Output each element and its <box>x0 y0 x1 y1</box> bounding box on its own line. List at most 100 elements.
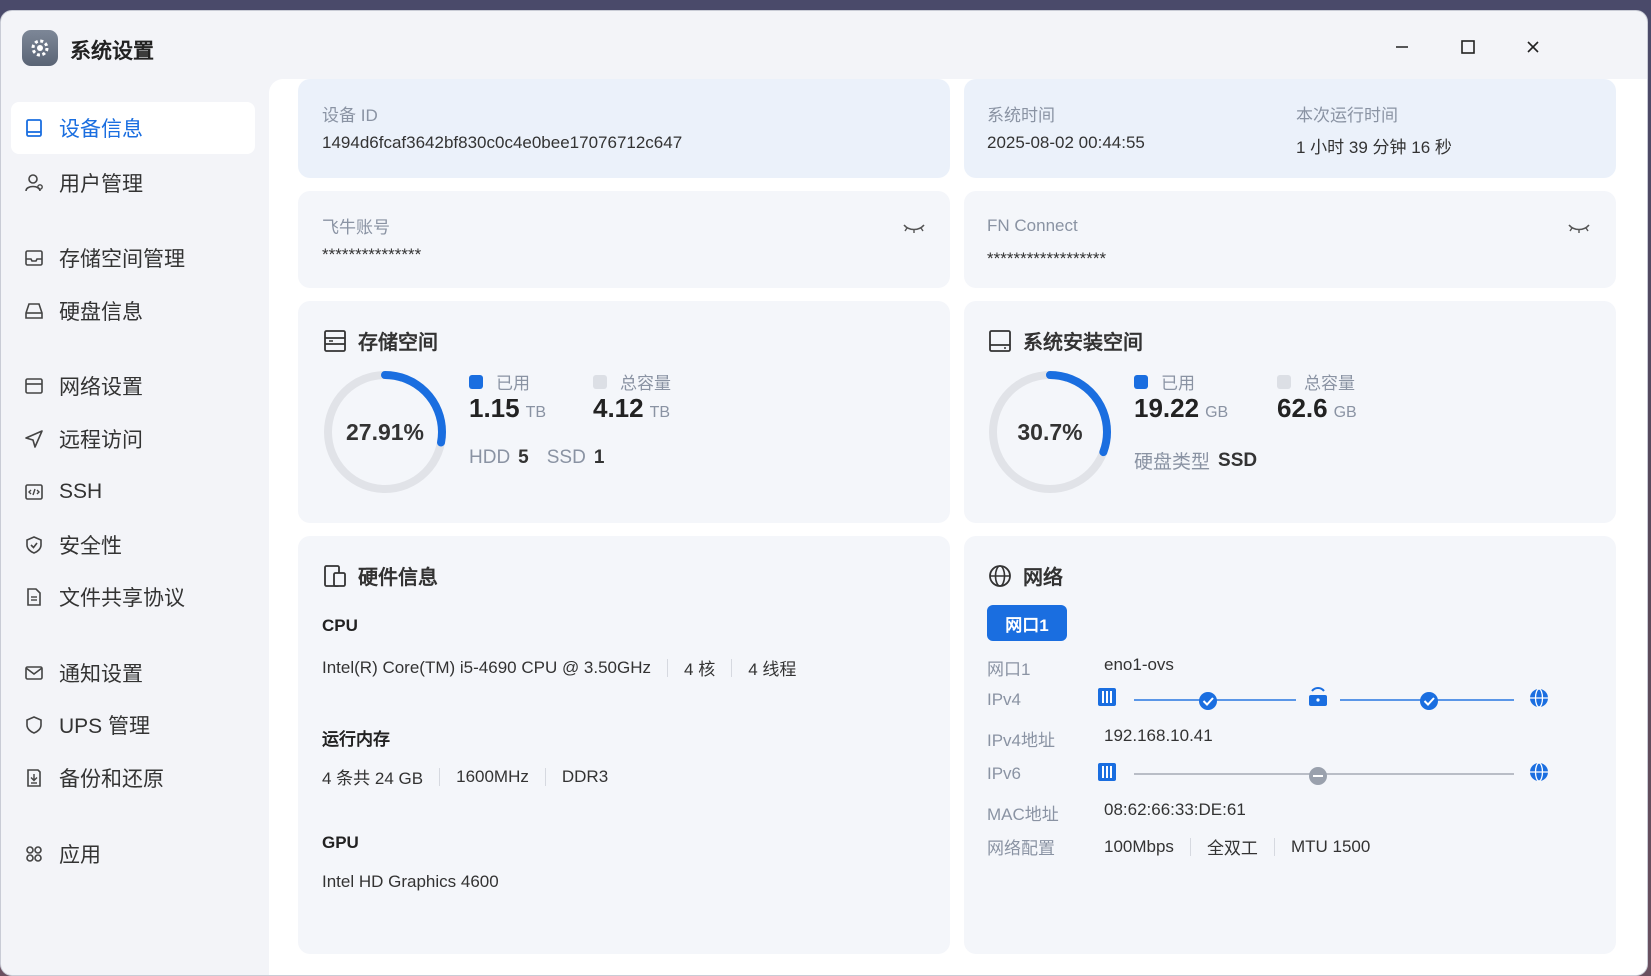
mac-value: 08:62:66:33:DE:61 <box>1104 800 1246 819</box>
settings-window: 系统设置 设备信息 用户管理 存储空间管理 硬盘信息 网络设置 远程访问 SSH… <box>0 10 1648 976</box>
disk-icon <box>23 300 45 322</box>
legend-total: 总容量 <box>593 369 671 394</box>
storage-total-unit: TB <box>649 404 671 421</box>
sidebar-item-device-info[interactable]: 设备信息 <box>11 102 255 154</box>
ipv4-label: IPv4 <box>987 690 1022 709</box>
hardware-title: 硬件信息 <box>322 561 438 590</box>
mtu-value: MTU 1500 <box>1290 836 1371 856</box>
storage-used-number: 1.15 <box>469 393 520 423</box>
system-total-value: 62.6 GB <box>1277 393 1357 424</box>
storage-percent: 27.91% <box>346 419 424 445</box>
apps-icon <box>23 843 45 865</box>
sidebar-item-users[interactable]: 用户管理 <box>11 157 255 209</box>
disk-type-value: SSD <box>1218 449 1258 471</box>
sidebar-item-label: 应用 <box>59 844 101 867</box>
legend-total-label: 总容量 <box>1304 374 1355 393</box>
network-title-text: 网络 <box>1023 567 1063 589</box>
ram-frequency: 1600MHz <box>456 766 529 786</box>
cpu-model: Intel(R) Core(TM) i5-4690 CPU @ 3.50GHz <box>322 657 652 677</box>
file-icon <box>23 586 45 608</box>
sidebar-item-label: 安全性 <box>59 535 122 558</box>
storage-used-value: 1.15 TB <box>469 393 546 424</box>
ssd-label: SSD <box>546 447 586 468</box>
network-config-value: 100Mbps 全双工 MTU 1500 <box>1104 834 1370 859</box>
check-icon <box>1199 692 1217 710</box>
legend-used-label: 已用 <box>496 374 530 393</box>
cpu-cores: 4 核 <box>684 660 716 679</box>
system-percent: 30.7% <box>1017 419 1082 445</box>
sidebar-item-network[interactable]: 网络设置 <box>11 360 255 412</box>
ram-type: DDR3 <box>561 766 609 786</box>
device-id-label: 设备 ID <box>322 106 378 125</box>
eye-closed-icon[interactable] <box>1566 219 1592 237</box>
storage-list-icon <box>322 328 348 354</box>
storage-donut: 27.91% <box>324 371 446 493</box>
sidebar-item-label: SSH <box>59 480 103 503</box>
sidebar-item-label: 备份和还原 <box>59 768 164 791</box>
tab-port-1[interactable]: 网口1 <box>987 605 1067 641</box>
close-button[interactable] <box>1515 31 1551 63</box>
sidebar-item-ssh[interactable]: SSH <box>11 466 255 518</box>
disk-counts: HDD 5 SSD 1 <box>469 447 604 469</box>
nas-icon <box>1098 688 1116 706</box>
uptime-value: 1 小时 39 分钟 16 秒 <box>1296 138 1452 157</box>
ipv6-status-path <box>1098 762 1548 785</box>
gpu-label: GPU <box>322 833 359 852</box>
cpu-threads: 4 线程 <box>748 660 797 679</box>
network-icon <box>23 375 45 397</box>
check-icon <box>1420 692 1438 710</box>
ipv4-status-path <box>1098 687 1548 710</box>
system-total-unit: GB <box>1333 404 1357 421</box>
storage-card[interactable]: 存储空间 27.91% 已用 总容量 1.15 TB 4.12 TB HDD 5 S… <box>298 301 950 523</box>
system-used-unit: GB <box>1205 404 1229 421</box>
system-space-card[interactable]: 系统安装空间 30.7% 已用 总容量 19.22 GB 62.6 GB 硬盘类型 … <box>964 301 1616 523</box>
drive-icon <box>987 328 1013 354</box>
sidebar-item-disk[interactable]: 硬盘信息 <box>11 285 255 337</box>
sidebar-item-notifications[interactable]: 通知设置 <box>11 647 255 699</box>
maximize-button[interactable] <box>1450 31 1486 63</box>
cpu-info: Intel(R) Core(TM) i5-4690 CPU @ 3.50GHz … <box>322 655 796 680</box>
system-space-title-text: 系统安装空间 <box>1023 332 1143 354</box>
storage-total-value: 4.12 TB <box>593 393 670 424</box>
hdd-label: HDD <box>469 447 511 468</box>
hardware-title-text: 硬件信息 <box>358 567 438 589</box>
system-space-title: 系统安装空间 <box>987 326 1143 355</box>
sidebar-item-ups[interactable]: UPS 管理 <box>11 699 255 751</box>
fn-account-label: 飞牛账号 <box>322 218 390 237</box>
user-icon <box>23 172 45 194</box>
sidebar-item-file-sharing[interactable]: 文件共享协议 <box>11 571 255 623</box>
router-icon <box>1309 687 1327 706</box>
sidebar-item-label: 用户管理 <box>59 173 143 196</box>
ram-label: 运行内存 <box>322 730 390 749</box>
minus-circle-icon <box>1309 767 1327 785</box>
sidebar-item-apps[interactable]: 应用 <box>11 828 255 880</box>
sidebar-item-label: 设备信息 <box>59 118 143 141</box>
network-config-label: 网络配置 <box>987 839 1055 858</box>
globe-icon <box>1530 688 1548 708</box>
sidebar-item-label: 远程访问 <box>59 429 143 452</box>
sidebar: 设备信息 用户管理 存储空间管理 硬盘信息 网络设置 远程访问 SSH 安全性 <box>1 89 265 975</box>
sidebar-item-label: 通知设置 <box>59 663 143 686</box>
system-time-label: 系统时间 <box>987 106 1055 125</box>
sidebar-item-storage[interactable]: 存储空间管理 <box>11 232 255 284</box>
network-card: 网络 网口1 网口1 eno1-ovs IPv4 IPv4地址 192.168.… <box>964 536 1616 954</box>
gpu-info: Intel HD Graphics 4600 <box>322 872 499 892</box>
sidebar-item-remote-access[interactable]: 远程访问 <box>11 413 255 465</box>
globe-icon <box>987 563 1013 589</box>
minimize-button[interactable] <box>1384 31 1420 63</box>
fn-connect-label: FN Connect <box>987 216 1078 235</box>
eye-closed-icon[interactable] <box>901 219 927 237</box>
disk-type-label: 硬盘类型 <box>1134 452 1211 473</box>
sidebar-item-security[interactable]: 安全性 <box>11 519 255 571</box>
disk-type: 硬盘类型 SSD <box>1134 447 1257 474</box>
sidebar-item-label: 存储空间管理 <box>59 248 185 271</box>
ram-size: 4 条共 24 GB <box>322 769 424 788</box>
legend-total-label: 总容量 <box>620 374 671 393</box>
sidebar-item-label: 硬盘信息 <box>59 301 143 324</box>
ssd-count: 1 <box>593 447 605 468</box>
fn-account-value: *************** <box>322 245 422 264</box>
legend-total: 总容量 <box>1277 369 1355 394</box>
fn-connect-value: ****************** <box>987 249 1107 268</box>
sidebar-item-backup[interactable]: 备份和还原 <box>11 752 255 804</box>
shield-check-icon <box>23 534 45 556</box>
